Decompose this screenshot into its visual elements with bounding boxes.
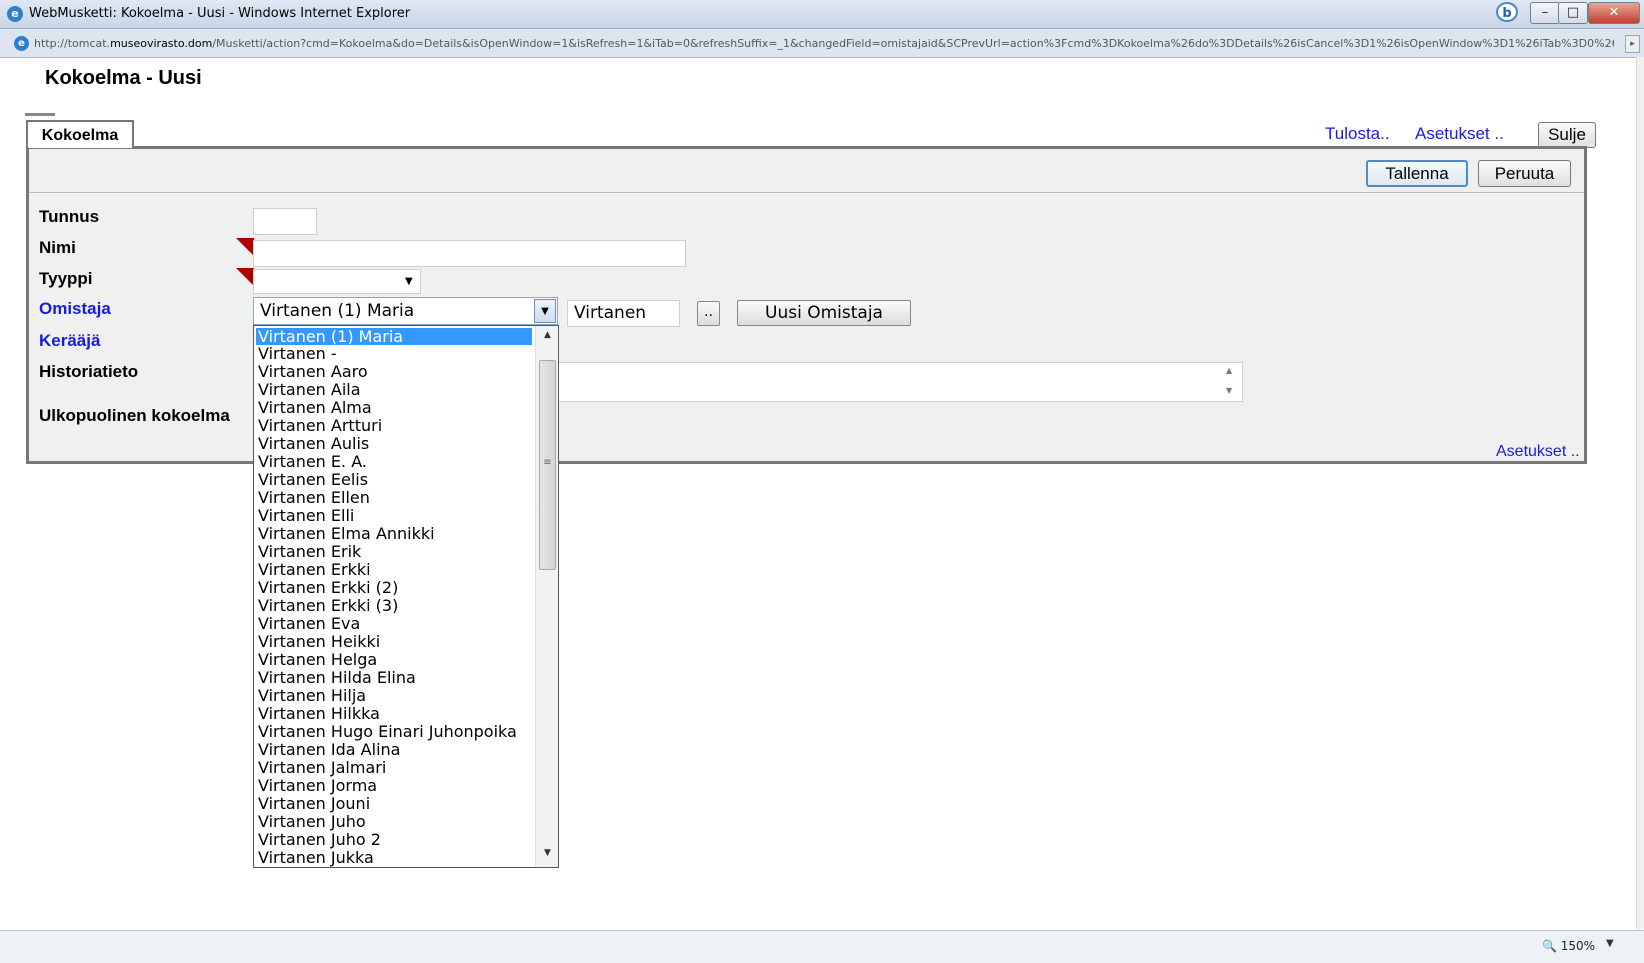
dropdown-option[interactable]: Virtanen Erkki (2) <box>254 579 534 597</box>
dropdown-option[interactable]: Virtanen Aaro <box>254 363 534 381</box>
dropdown-option[interactable]: Virtanen Eva <box>254 615 534 633</box>
scroll-down-icon[interactable]: ▼ <box>536 848 558 858</box>
print-link[interactable]: Tulosta.. <box>1325 124 1390 144</box>
url-host: museovirasto.dom <box>110 37 213 50</box>
window-title: WebMusketti: Kokoelma - Uusi - Windows I… <box>29 6 411 21</box>
dropdown-option[interactable]: Virtanen Jukka <box>254 849 534 867</box>
required-marker-icon <box>236 238 254 256</box>
minimize-button[interactable]: – <box>1530 2 1560 24</box>
url-field[interactable]: http://tomcat.museovirasto.dom/Musketti/… <box>34 35 1614 53</box>
dropdown-option[interactable]: Virtanen Artturi <box>254 417 534 435</box>
required-marker-icon <box>236 268 254 286</box>
dropdown-option[interactable]: Virtanen Hugo Einari Juhonpoika <box>254 723 534 741</box>
dropdown-option[interactable]: Virtanen (1) Maria <box>256 328 532 345</box>
dropdown-option[interactable]: Virtanen Elli <box>254 507 534 525</box>
save-button[interactable]: Tallenna <box>1366 160 1468 187</box>
page-title: Kokoelma - Uusi <box>45 67 202 89</box>
dropdown-option[interactable]: Virtanen E. A. <box>254 453 534 471</box>
tyyppi-select[interactable] <box>253 269 421 294</box>
grip-icon: ≡ <box>543 457 552 468</box>
maximize-button[interactable]: □ <box>1558 2 1588 24</box>
nimi-input[interactable] <box>253 240 686 267</box>
dropdown-option[interactable]: Virtanen Heikki <box>254 633 534 651</box>
dropdown-option[interactable]: Virtanen Eelis <box>254 471 534 489</box>
omistaja-select[interactable]: Virtanen (1) Maria <box>253 297 558 325</box>
dropdown-option[interactable]: Virtanen Aulis <box>254 435 534 453</box>
window-title-bar: e WebMusketti: Kokoelma - Uusi - Windows… <box>0 0 1644 29</box>
dropdown-option[interactable]: Virtanen Erik <box>254 543 534 561</box>
form-toolbar <box>29 149 1584 193</box>
chevron-down-icon[interactable]: ▼ <box>1606 938 1614 949</box>
dropdown-option[interactable]: Virtanen Juho <box>254 813 534 831</box>
dropdown-option[interactable]: Virtanen Erkki (3) <box>254 597 534 615</box>
chevron-down-icon[interactable]: ▼ <box>405 276 413 287</box>
scroll-up-icon[interactable]: ▲ <box>536 330 558 340</box>
dropdown-option[interactable]: Virtanen Jalmari <box>254 759 534 777</box>
dropdown-option[interactable]: Virtanen - <box>254 345 534 363</box>
zoom-value: 150% <box>1560 939 1596 953</box>
settings-link-top[interactable]: Asetukset .. <box>1415 124 1504 144</box>
dropdown-option[interactable]: Virtanen Ida Alina <box>254 741 534 759</box>
dropdown-scrollbar[interactable]: ▲ ≡ ▼ <box>535 326 558 867</box>
dropdown-option[interactable]: Virtanen Jorma <box>254 777 534 795</box>
tab-kokoelma[interactable]: Kokoelma <box>26 120 134 148</box>
browse-button[interactable]: .. <box>697 301 720 326</box>
dropdown-option[interactable]: Virtanen Elma Annikki <box>254 525 534 543</box>
scroll-up-icon[interactable]: ▲ <box>1226 366 1232 375</box>
label-ulkopuolinen-kokoelma: Ulkopuolinen kokoelma <box>39 406 230 425</box>
url-prefix: http://tomcat. <box>34 37 111 50</box>
settings-link-bottom[interactable]: Asetukset .. <box>1496 443 1580 461</box>
ie-logo-icon: e <box>7 6 23 22</box>
cancel-button[interactable]: Peruuta <box>1478 160 1571 187</box>
dropdown-option[interactable]: Virtanen Erkki <box>254 561 534 579</box>
url-path: /Musketti/action?cmd=Kokoelma&do=Details… <box>212 37 1614 50</box>
historiatieto-textarea[interactable] <box>558 362 1243 402</box>
label-historiatieto: Historiatieto <box>39 362 139 381</box>
dropdown-option[interactable]: Virtanen Aila <box>254 381 534 399</box>
dropdown-option[interactable]: Virtanen Hilda Elina <box>254 669 534 687</box>
label-nimi: Nimi <box>39 238 76 257</box>
bing-icon[interactable]: b <box>1496 2 1518 22</box>
title-underline <box>25 113 55 116</box>
page-scrollbar[interactable] <box>1636 57 1644 929</box>
new-owner-button[interactable]: Uusi Omistaja <box>737 300 911 326</box>
dropdown-option[interactable]: Virtanen Juho 2 <box>254 831 534 849</box>
scroll-down-icon[interactable]: ▼ <box>1226 386 1232 395</box>
label-omistaja-link[interactable]: Omistaja <box>39 299 111 319</box>
label-tyyppi: Tyyppi <box>39 269 93 288</box>
dropdown-option[interactable]: Virtanen Hilja <box>254 687 534 705</box>
address-bar: e http://tomcat.museovirasto.dom/Muskett… <box>0 29 1644 58</box>
omistaja-search-input[interactable]: Virtanen <box>567 300 680 327</box>
dropdown-option[interactable]: Virtanen Alma <box>254 399 534 417</box>
dropdown-option[interactable]: Virtanen Helga <box>254 651 534 669</box>
label-keraaja-link[interactable]: Kerääjä <box>39 331 100 351</box>
zoom-level[interactable]: 🔍 150% <box>1542 939 1595 953</box>
dropdown-option[interactable]: Virtanen Jouni <box>254 795 534 813</box>
dropdown-option[interactable]: Virtanen Ellen <box>254 489 534 507</box>
dropdown-arrow-icon[interactable]: ▼ <box>534 299 556 323</box>
close-window-button[interactable]: ✕ <box>1588 2 1640 24</box>
tunnus-input[interactable] <box>253 208 317 235</box>
address-scroll-icon[interactable]: ▸ <box>1625 35 1640 53</box>
scrollbar-thumb[interactable]: ≡ <box>539 360 556 570</box>
page-icon: e <box>14 36 29 51</box>
close-button[interactable]: Sulje <box>1538 122 1596 148</box>
label-tunnus: Tunnus <box>39 207 100 226</box>
dropdown-items: Virtanen (1) Maria Virtanen - Virtanen Aar… <box>254 326 534 867</box>
omistaja-dropdown-list[interactable]: Virtanen (1) Maria Virtanen - Virtanen Aar… <box>253 325 559 868</box>
dropdown-option[interactable]: Virtanen Hilkka <box>254 705 534 723</box>
status-bar: 🔍 150% ▼ <box>0 930 1644 963</box>
